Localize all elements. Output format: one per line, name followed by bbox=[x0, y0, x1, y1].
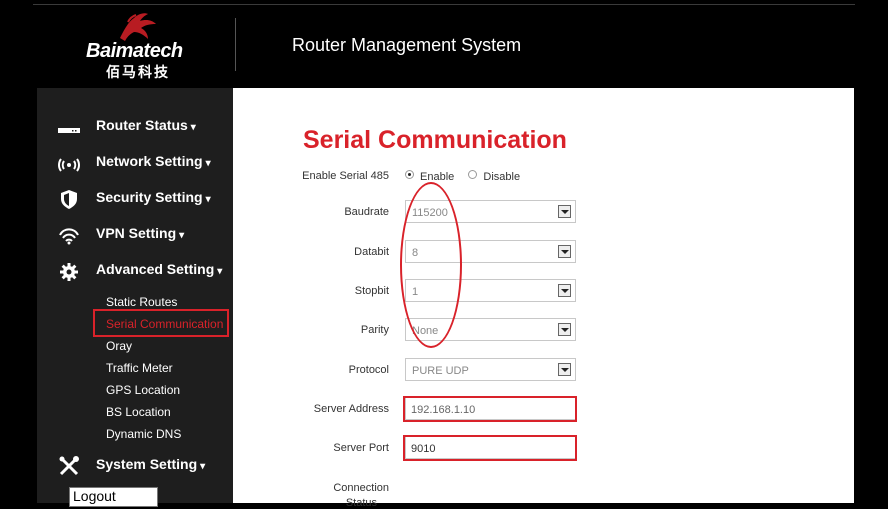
baudrate-label: Baudrate bbox=[344, 206, 389, 218]
logout-button[interactable]: Logout bbox=[69, 487, 158, 507]
disable-radio-label: Disable bbox=[483, 171, 521, 183]
nav-router-status[interactable]: Router Status ▾ bbox=[37, 111, 233, 141]
protocol-value: PURE UDP bbox=[412, 365, 469, 377]
nav-system-setting-label: System Setting ▾ bbox=[96, 456, 206, 472]
databit-label: Databit bbox=[354, 246, 389, 258]
logo-text: Baimatech bbox=[86, 40, 183, 62]
app-title: Router Management System bbox=[292, 35, 522, 55]
parity-label: Parity bbox=[360, 324, 389, 336]
nav-router-status-label: Router Status ▾ bbox=[96, 117, 196, 133]
enable-radio-group: Enable Disable bbox=[405, 170, 520, 183]
logo-chinese-text: 佰马科技 bbox=[106, 65, 170, 81]
tools-icon bbox=[59, 456, 79, 476]
header-divider bbox=[235, 18, 236, 71]
enable-serial-label: Enable Serial 485 bbox=[302, 170, 389, 182]
nav-system-setting[interactable]: System Setting ▾ bbox=[37, 450, 233, 480]
server-port-label: Server Port bbox=[333, 442, 389, 454]
chevron-down-icon bbox=[558, 363, 571, 376]
router-icon bbox=[58, 128, 80, 133]
server-port-highlight bbox=[403, 435, 577, 461]
connection-status-label: Connection Status bbox=[333, 482, 389, 509]
sub-item-static-routes[interactable]: Static Routes bbox=[106, 295, 177, 309]
gear-icon bbox=[60, 263, 78, 281]
enable-radio-label: Enable bbox=[420, 171, 455, 183]
sub-item-bs-location[interactable]: BS Location bbox=[106, 405, 171, 419]
protocol-select[interactable]: PURE UDP bbox=[405, 358, 576, 381]
vpn-icon bbox=[59, 228, 79, 245]
server-address-label: Server Address bbox=[313, 403, 389, 415]
nav-network-setting-label: Network Setting ▾ bbox=[96, 153, 211, 169]
chevron-down-icon bbox=[558, 245, 571, 258]
logo: Baimatech 佰马科技 bbox=[86, 8, 186, 81]
sub-item-traffic-meter[interactable]: Traffic Meter bbox=[106, 361, 173, 375]
stopbit-label: Stopbit bbox=[354, 285, 389, 297]
sub-item-oray[interactable]: Oray bbox=[106, 339, 132, 353]
server-address-highlight bbox=[403, 396, 577, 422]
enable-radio[interactable] bbox=[405, 170, 414, 179]
shield-icon bbox=[61, 190, 77, 209]
nav-vpn-setting[interactable]: VPN Setting ▾ bbox=[37, 219, 233, 249]
header: Baimatech 佰马科技 Router Management System bbox=[0, 0, 888, 88]
annotation-ellipse bbox=[400, 182, 462, 348]
wireless-icon bbox=[58, 158, 80, 172]
chevron-down-icon bbox=[558, 205, 571, 218]
nav-security-setting[interactable]: Security Setting ▾ bbox=[37, 183, 233, 213]
main-content: Serial Communication Enable Serial 485 E… bbox=[233, 88, 854, 509]
nav-security-setting-label: Security Setting ▾ bbox=[96, 189, 211, 205]
protocol-label: Protocol bbox=[348, 364, 389, 376]
sub-item-gps-location[interactable]: GPS Location bbox=[106, 383, 180, 397]
nav-advanced-setting-label: Advanced Setting ▾ bbox=[96, 261, 223, 277]
chevron-down-icon bbox=[558, 284, 571, 297]
sidebar: Router Status ▾ Network Setting ▾ Security… bbox=[37, 88, 233, 507]
nav-vpn-setting-label: VPN Setting ▾ bbox=[96, 225, 185, 241]
top-divider bbox=[33, 4, 855, 5]
sub-item-dynamic-dns[interactable]: Dynamic DNS bbox=[106, 427, 181, 441]
nav-advanced-setting[interactable]: Advanced Setting ▾ bbox=[37, 255, 233, 285]
disable-radio[interactable] bbox=[468, 170, 478, 179]
horse-logo-icon bbox=[120, 13, 156, 42]
page-title: Serial Communication bbox=[303, 126, 567, 154]
active-item-highlight bbox=[93, 309, 229, 337]
nav-network-setting[interactable]: Network Setting ▾ bbox=[37, 147, 233, 177]
chevron-down-icon bbox=[558, 323, 571, 336]
